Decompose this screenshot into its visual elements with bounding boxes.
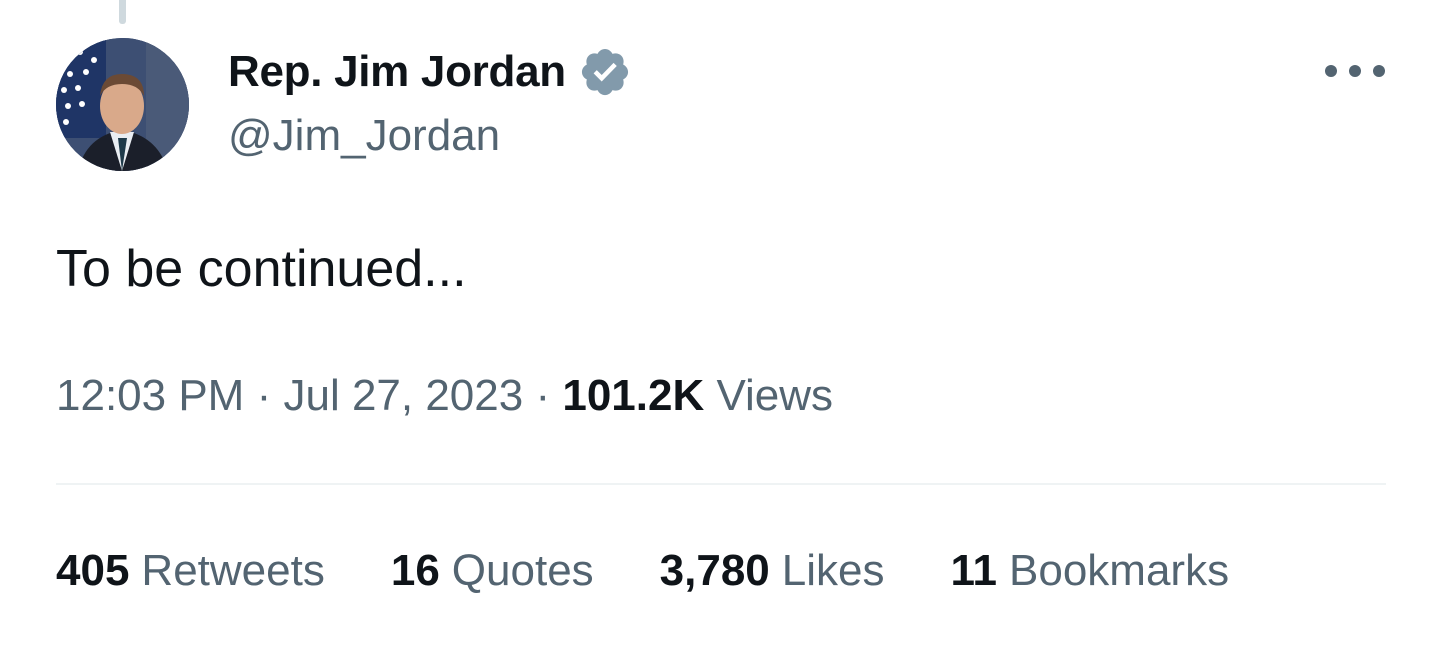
bookmarks-count: 11	[950, 546, 998, 595]
meta-separator: ·	[535, 371, 551, 420]
views-label: Views	[716, 371, 834, 420]
thread-connector-line	[119, 0, 126, 24]
more-dot	[1373, 65, 1385, 77]
divider	[56, 483, 1386, 485]
meta-separator: ·	[256, 371, 272, 420]
likes-stat[interactable]: 3,780 Likes	[660, 545, 885, 598]
retweets-stat[interactable]: 405 Retweets	[56, 545, 325, 598]
bookmarks-label: Bookmarks	[1009, 546, 1230, 595]
engagement-stats: 405 Retweets 16 Quotes 3,780 Likes 11 Bookma…	[56, 545, 1295, 598]
more-dot	[1325, 65, 1337, 77]
tweet-meta: 12:03 PM · Jul 27, 2023 · 101.2K Views	[56, 370, 833, 423]
tweet-text: To be continued...	[56, 240, 467, 298]
likes-label: Likes	[781, 546, 885, 595]
tweet-date[interactable]: Jul 27, 2023	[283, 371, 523, 420]
quotes-stat[interactable]: 16 Quotes	[391, 545, 594, 598]
retweets-count: 405	[56, 546, 130, 595]
quotes-count: 16	[390, 546, 440, 595]
author-handle[interactable]: @Jim_Jordan	[228, 111, 500, 160]
author-display-name[interactable]: Rep. Jim Jordan	[228, 50, 566, 94]
retweets-label: Retweets	[141, 546, 325, 595]
verified-badge-icon[interactable]	[578, 45, 632, 99]
likes-count: 3,780	[659, 546, 770, 595]
avatar-image	[56, 38, 189, 171]
quotes-label: Quotes	[451, 546, 594, 595]
bookmarks-stat[interactable]: 11 Bookmarks	[951, 545, 1230, 598]
more-dot	[1349, 65, 1361, 77]
views-count[interactable]: 101.2K	[562, 371, 704, 420]
tweet-time[interactable]: 12:03 PM	[56, 371, 244, 420]
avatar[interactable]	[56, 38, 189, 171]
more-options-icon[interactable]	[1325, 56, 1385, 86]
